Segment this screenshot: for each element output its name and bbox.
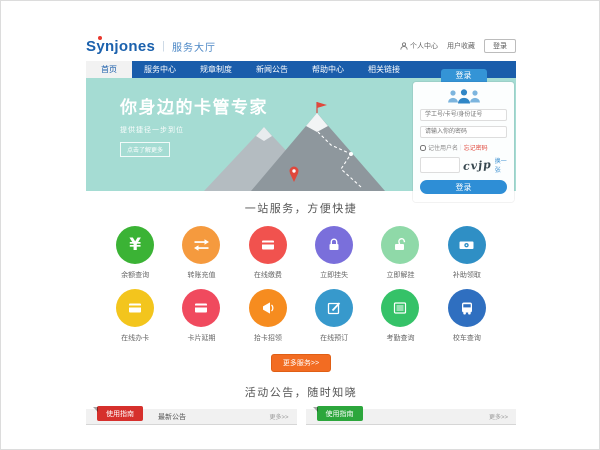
- bus-icon[interactable]: [448, 289, 486, 327]
- hero-banner: 你身边的卡管专家 提供捷径一步到位 点击了解更多 登录: [86, 78, 516, 191]
- more-link-right[interactable]: 更多>>: [489, 412, 508, 421]
- service-item-report-loss[interactable]: 立即挂失: [301, 226, 367, 280]
- service-label: 补助领取: [434, 270, 500, 280]
- captcha-refresh-link[interactable]: 换一张: [495, 156, 507, 174]
- service-item-unreport-loss[interactable]: 立即解挂: [367, 226, 433, 280]
- hero-copy: 你身边的卡管专家 提供捷径一步到位 点击了解更多: [120, 93, 268, 157]
- service-item-lost-found[interactable]: 拾卡招领: [235, 289, 301, 343]
- ribbon-tab-guide[interactable]: 使用指南: [97, 406, 143, 421]
- remember-row: 记住用户名 | 忘记密码: [420, 143, 507, 152]
- services-grid: ¥ 余额查询 转账充值 在线缴费: [86, 226, 516, 343]
- tab-latest-news[interactable]: 最新公告: [158, 412, 186, 422]
- service-item-payment[interactable]: 在线缴费: [235, 226, 301, 280]
- service-label: 转账充值: [168, 270, 234, 280]
- nav-item-home[interactable]: 首页: [86, 61, 132, 78]
- services-title: 一站服务，方便快捷: [86, 200, 516, 216]
- captcha-input[interactable]: [420, 157, 460, 173]
- service-item-apply-card[interactable]: 在线办卡: [102, 289, 168, 343]
- card-icon[interactable]: [249, 226, 287, 264]
- forgot-password-link[interactable]: 忘记密码: [464, 143, 488, 152]
- service-label: 校车查询: [434, 333, 500, 343]
- announcement-columns: 使用指南 最新公告 更多>> 使用指南 更多>>: [86, 409, 516, 447]
- service-item-card-extension[interactable]: 卡片延期: [168, 289, 234, 343]
- service-label: 拾卡招领: [235, 333, 301, 343]
- users-group-icon: [446, 88, 482, 104]
- announcement-header-left: 使用指南 最新公告 更多>>: [86, 409, 297, 425]
- login-tab[interactable]: 登录: [441, 69, 487, 82]
- nav-item-rules[interactable]: 规章制度: [188, 61, 244, 78]
- announcement-header-right: 使用指南 更多>>: [306, 409, 517, 425]
- announcement-list-right: [306, 425, 517, 447]
- ribbon-tab-guide[interactable]: 使用指南: [317, 406, 363, 421]
- login-form: 记住用户名 | 忘记密码 cvjp 换一张 登录: [413, 82, 514, 202]
- nav-item-help[interactable]: 帮助中心: [300, 61, 356, 78]
- megaphone-icon[interactable]: [249, 289, 287, 327]
- announcement-column-left: 使用指南 最新公告 更多>>: [86, 409, 297, 447]
- transfer-icon[interactable]: [182, 226, 220, 264]
- balance-icon[interactable]: ¥: [116, 226, 154, 264]
- logo-text-y: y: [96, 38, 105, 55]
- username-input[interactable]: [420, 109, 507, 121]
- service-item-subsidy[interactable]: 补助领取: [434, 226, 500, 280]
- card-icon[interactable]: [182, 289, 220, 327]
- service-label: 卡片延期: [168, 333, 234, 343]
- captcha-row: cvjp 换一张: [420, 156, 507, 174]
- logo-divider: |: [162, 40, 165, 52]
- announcement-list-left: [86, 425, 297, 447]
- user-favorites-link[interactable]: 用户收藏: [447, 41, 475, 51]
- hero-cta-button[interactable]: 点击了解更多: [120, 142, 170, 157]
- service-item-attendance[interactable]: 考勤查询: [367, 289, 433, 343]
- logo[interactable]: Synjones | 服务大厅: [86, 38, 216, 55]
- service-item-transfer[interactable]: 转账充值: [168, 226, 234, 280]
- service-label: 在线缴费: [235, 270, 301, 280]
- hero-title: 你身边的卡管专家: [120, 93, 268, 118]
- service-label: 在线预订: [301, 333, 367, 343]
- nav-item-service-center[interactable]: 服务中心: [132, 61, 188, 78]
- list-icon[interactable]: [381, 289, 419, 327]
- lock-icon[interactable]: [315, 226, 353, 264]
- hero-subtitle: 提供捷径一步到位: [120, 125, 268, 135]
- service-item-booking[interactable]: 在线预订: [301, 289, 367, 343]
- remember-label: 记住用户名: [428, 143, 458, 152]
- page-canvas: Synjones | 服务大厅 个人中心 用户收藏 登录 首页 服务中心 规章制…: [0, 0, 600, 450]
- unlock-icon[interactable]: [381, 226, 419, 264]
- announcements-section: 活动公告，随时知晓 使用指南 最新公告 更多>> 使用指南 更多>>: [86, 384, 516, 447]
- announcement-column-right: 使用指南 更多>>: [306, 409, 517, 447]
- more-services-button[interactable]: 更多服务>>: [271, 354, 331, 372]
- remember-separator: |: [460, 145, 462, 151]
- personal-center-label: 个人中心: [410, 41, 438, 51]
- edit-icon[interactable]: [315, 289, 353, 327]
- service-label: 余额查询: [102, 270, 168, 280]
- top-bar: Synjones | 服务大厅 个人中心 用户收藏 登录: [86, 31, 516, 61]
- service-item-school-bus[interactable]: 校车查询: [434, 289, 500, 343]
- service-label: 考勤查询: [367, 333, 433, 343]
- site-title: 服务大厅: [172, 39, 216, 54]
- banknote-icon[interactable]: [448, 226, 486, 264]
- service-label: 立即解挂: [367, 270, 433, 280]
- site-container: Synjones | 服务大厅 个人中心 用户收藏 登录 首页 服务中心 规章制…: [86, 31, 516, 447]
- login-submit-button[interactable]: 登录: [420, 180, 507, 194]
- top-login-button[interactable]: 登录: [484, 39, 516, 53]
- nav-item-news[interactable]: 新闻公告: [244, 61, 300, 78]
- captcha-image[interactable]: cvjp: [463, 158, 493, 173]
- person-icon: [400, 42, 408, 50]
- announcements-title: 活动公告，随时知晓: [86, 384, 516, 400]
- service-label: 立即挂失: [301, 270, 367, 280]
- login-panel: 登录 记住用户名 | 忘记密码: [413, 69, 514, 202]
- service-item-balance[interactable]: ¥ 余额查询: [102, 226, 168, 280]
- card-icon[interactable]: [116, 289, 154, 327]
- personal-center-link[interactable]: 个人中心: [400, 41, 438, 51]
- user-favorites-label: 用户收藏: [447, 41, 475, 51]
- top-links: 个人中心 用户收藏 登录: [400, 39, 516, 53]
- services-section: 一站服务，方便快捷 ¥ 余额查询 转账充值 在线缴费: [86, 191, 516, 372]
- more-link-left[interactable]: 更多>>: [269, 412, 288, 421]
- service-label: 在线办卡: [102, 333, 168, 343]
- logo-text-rest: njones: [105, 38, 155, 55]
- logo-text-s: S: [86, 38, 96, 55]
- nav-item-links[interactable]: 相关链接: [356, 61, 412, 78]
- password-input[interactable]: [420, 126, 507, 138]
- remember-checkbox[interactable]: [420, 145, 426, 151]
